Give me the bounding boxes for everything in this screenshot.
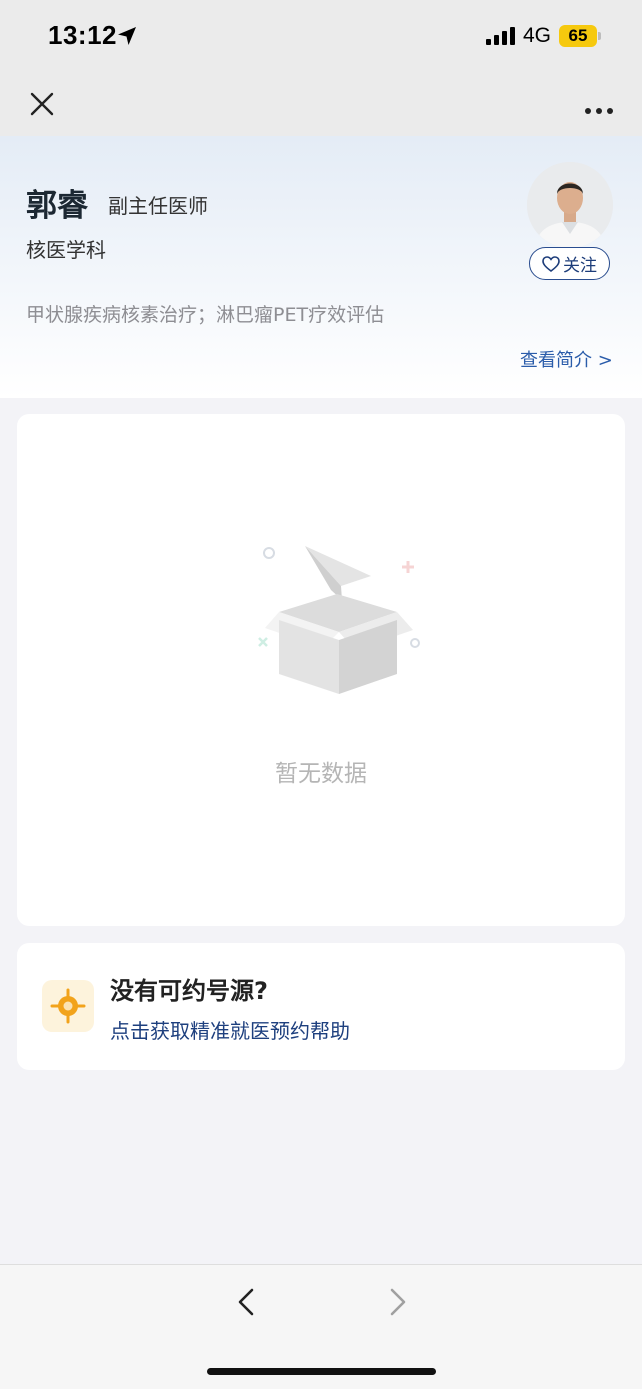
follow-label: 关注 xyxy=(563,256,597,276)
doctor-avatar xyxy=(527,162,613,248)
empty-box-icon xyxy=(243,542,427,706)
doctor-specialty: 甲状腺疾病核素治疗；淋巴瘤PET疗效评估 xyxy=(26,304,385,326)
follow-button[interactable]: 关注 xyxy=(529,247,610,280)
help-link[interactable]: 点击获取精准就医预约帮助 xyxy=(110,1015,350,1044)
home-indicator xyxy=(207,1368,436,1375)
back-icon[interactable] xyxy=(232,1287,260,1321)
heart-icon xyxy=(542,255,560,272)
doctor-header: 郭睿 副主任医师 核医学科 甲状腺疾病核素治疗；淋巴瘤PET疗效评估 查看简介 … xyxy=(0,136,642,398)
close-icon[interactable] xyxy=(28,90,56,118)
doctor-department: 核医学科 xyxy=(26,238,106,262)
doctor-name: 郭睿 xyxy=(26,188,88,224)
empty-state-text: 暂无数据 xyxy=(275,761,367,787)
schedule-card: 暂无数据 xyxy=(17,414,625,926)
view-intro-link[interactable]: 查看简介 > xyxy=(520,346,613,372)
appointment-help-card[interactable]: 没有可约号源? 点击获取精准就医预约帮助 xyxy=(17,943,625,1070)
cellular-signal-icon xyxy=(486,27,516,49)
nav-bar xyxy=(0,72,642,136)
status-time: 13:12 xyxy=(48,20,117,50)
battery-icon: 65 xyxy=(559,25,597,47)
more-options-icon[interactable] xyxy=(584,100,614,119)
battery-cap xyxy=(598,32,601,40)
location-arrow-icon xyxy=(117,26,137,50)
help-title: 没有可约号源? xyxy=(110,977,268,1005)
network-type: 4G xyxy=(523,24,552,47)
target-icon xyxy=(42,980,94,1032)
status-bar: 13:12 4G 65 xyxy=(0,0,642,72)
forward-icon xyxy=(384,1287,412,1321)
doctor-title: 副主任医师 xyxy=(108,194,208,218)
